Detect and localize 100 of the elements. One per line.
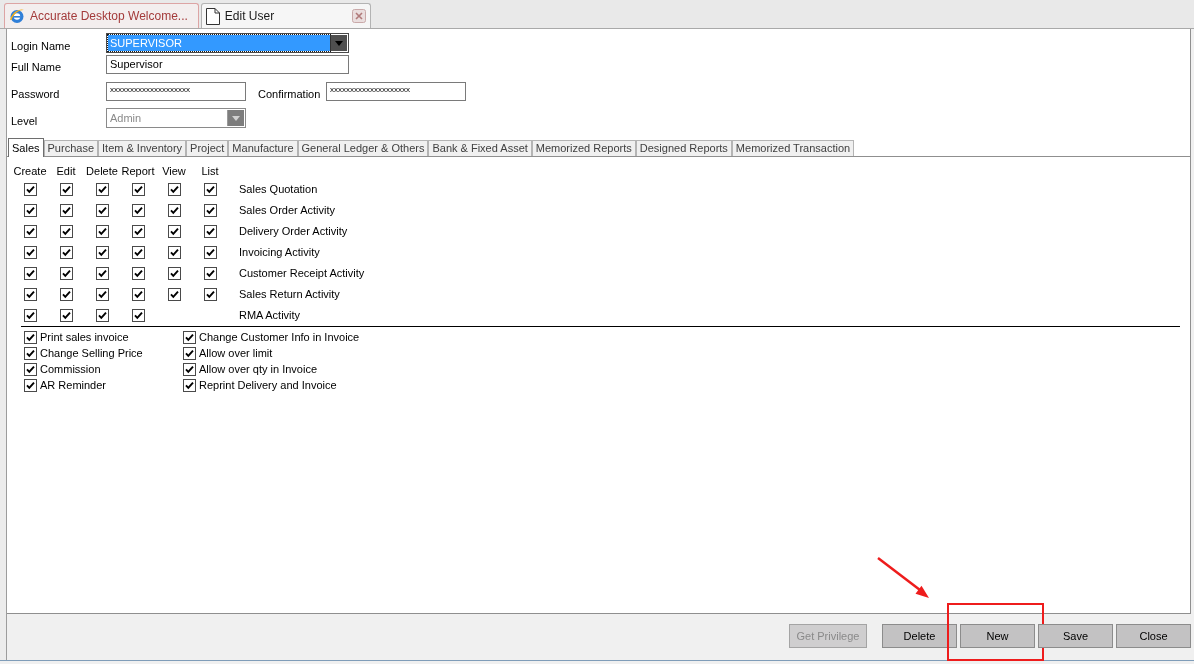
checkbox[interactable] bbox=[95, 225, 109, 238]
checkbox[interactable] bbox=[183, 330, 196, 344]
checkbox[interactable] bbox=[23, 309, 37, 322]
checkbox[interactable] bbox=[23, 204, 37, 217]
checkbox[interactable] bbox=[203, 267, 217, 280]
dialog-button: Get Privilege bbox=[789, 624, 867, 648]
permission-tab[interactable]: Manufacture bbox=[228, 140, 298, 156]
checkbox[interactable] bbox=[167, 183, 181, 196]
option-label: Allow over limit bbox=[199, 345, 273, 361]
dialog-button[interactable]: New bbox=[960, 624, 1035, 648]
checkbox[interactable] bbox=[24, 362, 37, 376]
checkbox[interactable] bbox=[59, 204, 73, 217]
checkbox[interactable] bbox=[24, 378, 37, 392]
checkbox[interactable] bbox=[203, 183, 217, 196]
checkbox[interactable] bbox=[59, 246, 73, 259]
field-label: Full Name bbox=[11, 60, 63, 76]
level-combo: Admin bbox=[106, 108, 246, 128]
checkbox[interactable] bbox=[24, 346, 37, 360]
column-header: List bbox=[200, 163, 220, 179]
checkbox[interactable] bbox=[23, 267, 37, 280]
checkbox[interactable] bbox=[23, 288, 37, 301]
checkbox[interactable] bbox=[95, 309, 109, 322]
option-label: Change Selling Price bbox=[40, 345, 143, 361]
checkbox[interactable] bbox=[59, 288, 73, 301]
permission-label: Invoicing Activity bbox=[239, 245, 320, 261]
permission-tab[interactable]: Sales bbox=[8, 138, 44, 157]
annotation-arrow bbox=[876, 556, 930, 600]
document-tab[interactable]: Edit User bbox=[200, 3, 371, 28]
permission-tab[interactable]: Memorized Reports bbox=[531, 140, 636, 156]
checkbox[interactable] bbox=[131, 288, 145, 301]
dropdown-button[interactable] bbox=[330, 35, 347, 51]
column-header: Delete bbox=[85, 163, 119, 179]
option-label: AR Reminder bbox=[40, 377, 107, 393]
checkbox[interactable] bbox=[23, 246, 37, 259]
dialog-button[interactable]: Delete bbox=[882, 624, 957, 648]
checkbox[interactable] bbox=[23, 225, 37, 238]
permission-tab[interactable]: Bank & Fixed Asset bbox=[428, 140, 532, 156]
checkbox[interactable] bbox=[131, 225, 145, 238]
option-label: Reprint Delivery and Invoice bbox=[199, 377, 337, 393]
checkbox[interactable] bbox=[95, 204, 109, 217]
option-label: Allow over qty in Invoice bbox=[199, 361, 317, 377]
permission-tab[interactable]: Item & Inventory bbox=[98, 140, 187, 156]
field-label: Password bbox=[11, 87, 61, 103]
close-icon[interactable] bbox=[351, 9, 366, 23]
checkbox[interactable] bbox=[131, 267, 145, 280]
field-label: Level bbox=[11, 113, 39, 129]
option-label: Change Customer Info in Invoice bbox=[199, 329, 360, 345]
checkbox[interactable] bbox=[95, 246, 109, 259]
column-header: View bbox=[161, 163, 187, 179]
checkbox[interactable] bbox=[183, 378, 196, 392]
document-icon bbox=[205, 7, 220, 25]
password-field[interactable]: xxxxxxxxxxxxxxxxxxxx bbox=[106, 82, 246, 101]
text-field[interactable]: Supervisor bbox=[106, 55, 349, 74]
permission-tab[interactable]: General Ledger & Others bbox=[297, 140, 429, 156]
permission-label: Customer Receipt Activity bbox=[239, 266, 365, 282]
dialog-button[interactable]: Save bbox=[1038, 624, 1113, 648]
checkbox[interactable] bbox=[203, 288, 217, 301]
checkbox[interactable] bbox=[131, 309, 145, 322]
checkbox[interactable] bbox=[131, 204, 145, 217]
checkbox[interactable] bbox=[59, 267, 73, 280]
checkbox[interactable] bbox=[203, 246, 217, 259]
checkbox[interactable] bbox=[95, 267, 109, 280]
field-label: Login Name bbox=[11, 38, 72, 54]
checkbox[interactable] bbox=[167, 288, 181, 301]
permission-label: Sales Return Activity bbox=[239, 287, 340, 303]
permission-tab[interactable]: Memorized Transaction bbox=[731, 140, 855, 156]
checkbox[interactable] bbox=[167, 246, 181, 259]
checkbox[interactable] bbox=[167, 267, 181, 280]
checkbox[interactable] bbox=[95, 183, 109, 196]
checkbox[interactable] bbox=[131, 183, 145, 196]
checkbox[interactable] bbox=[59, 183, 73, 196]
checkbox[interactable] bbox=[203, 225, 217, 238]
permission-tab[interactable]: Designed Reports bbox=[635, 140, 732, 156]
checkbox[interactable] bbox=[203, 204, 217, 217]
column-header: Create bbox=[12, 163, 48, 179]
checkbox[interactable] bbox=[131, 246, 145, 259]
permission-tab[interactable]: Purchase bbox=[43, 140, 98, 156]
checkbox[interactable] bbox=[167, 204, 181, 217]
checkbox[interactable] bbox=[24, 330, 37, 344]
document-tab[interactable]: Accurate Desktop Welcome... bbox=[4, 3, 199, 28]
checkbox[interactable] bbox=[95, 288, 109, 301]
permission-label: Delivery Order Activity bbox=[239, 224, 348, 240]
password-field[interactable]: xxxxxxxxxxxxxxxxxxxx bbox=[326, 82, 466, 101]
permission-label: RMA Activity bbox=[239, 308, 301, 324]
caret-down-icon bbox=[232, 115, 240, 121]
checkbox[interactable] bbox=[183, 346, 196, 360]
dialog-button[interactable]: Close bbox=[1116, 624, 1191, 648]
caret-down-icon bbox=[335, 40, 343, 46]
permission-tab[interactable]: Project bbox=[186, 140, 229, 156]
checkbox[interactable] bbox=[59, 225, 73, 238]
checkbox[interactable] bbox=[183, 362, 196, 376]
checkbox[interactable] bbox=[167, 225, 181, 238]
field-label: Confirmation bbox=[258, 87, 322, 103]
browser-icon bbox=[9, 8, 25, 24]
option-label: Print sales invoice bbox=[40, 329, 129, 345]
option-label: Commission bbox=[40, 361, 101, 377]
column-header: Edit bbox=[55, 163, 77, 179]
checkbox[interactable] bbox=[59, 309, 73, 322]
permission-label: Sales Quotation bbox=[239, 182, 318, 198]
checkbox[interactable] bbox=[23, 183, 37, 196]
